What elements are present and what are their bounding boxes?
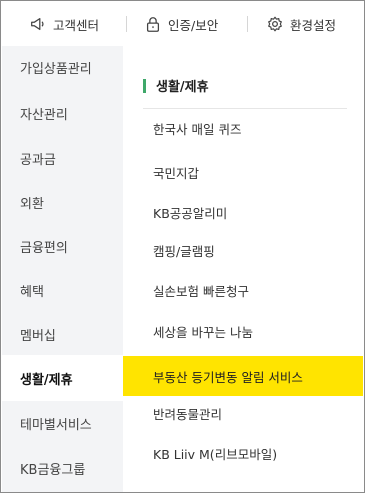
- auth-security-label: 인증/보안: [168, 17, 219, 33]
- divider: [126, 16, 127, 32]
- divider: [247, 16, 248, 32]
- submenu-panel: 생활/제휴 한국사 매일 퀴즈 국민지갑 KB공공알리미 캠핑/글램핑 실손보험…: [123, 46, 363, 492]
- customer-center-label: 고객센터: [53, 17, 100, 33]
- left-menu-item-membership[interactable]: 멤버십: [2, 311, 123, 357]
- submenu-item-pet-care[interactable]: 반려동물관리: [123, 393, 363, 433]
- lock-icon: [146, 17, 160, 32]
- megaphone-icon: [31, 17, 44, 31]
- left-menu-item-themed-services[interactable]: 테마별서비스: [2, 400, 123, 446]
- settings-label: 환경설정: [290, 17, 337, 33]
- left-menu-item-benefits[interactable]: 혜택: [2, 267, 123, 313]
- left-menu-item-forex[interactable]: 외환: [2, 179, 123, 225]
- customer-center-button[interactable]: 고객센터: [29, 2, 99, 46]
- menu-panel: 고객센터 인증/보안 환경설정 가입상품관리 자산관리 공과금 외환 금융편의 …: [0, 0, 365, 493]
- left-menu-item-utilities[interactable]: 공과금: [2, 135, 123, 181]
- left-menu-item-assets[interactable]: 자산관리: [2, 90, 123, 136]
- settings-button[interactable]: 환경설정: [266, 2, 336, 46]
- left-menu-item-kb-group[interactable]: KB금융그룹: [2, 445, 123, 491]
- submenu-item-public-alerts[interactable]: KB공공알리미: [123, 192, 363, 232]
- submenu-item-insurance-claim[interactable]: 실손보험 빠른청구: [123, 270, 363, 310]
- submenu-heading: 생활/제휴: [143, 76, 209, 95]
- left-menu-item-life-partnership[interactable]: 생활/제휴: [2, 355, 123, 401]
- submenu-heading-text: 생활/제휴: [156, 80, 209, 95]
- gear-icon: [268, 16, 282, 32]
- left-category-menu: 가입상품관리 자산관리 공과금 외환 금융편의 혜택 멤버십 생활/제휴 테마별…: [2, 46, 123, 492]
- submenu-item-liiv-mobile[interactable]: KB Liiv M(리브모바일): [123, 433, 363, 473]
- top-bar: 고객센터 인증/보안 환경설정: [2, 2, 363, 46]
- submenu-item-camping[interactable]: 캠핑/글램핑: [123, 230, 363, 270]
- submenu-item-donation[interactable]: 세상을 바꾸는 나눔: [123, 311, 363, 351]
- left-menu-item-finance-convenience[interactable]: 금융편의: [2, 223, 123, 269]
- submenu-item-national-wallet[interactable]: 국민지갑: [123, 152, 363, 192]
- submenu-item-real-estate-alert[interactable]: 부동산 등기변동 알림 서비스: [123, 356, 363, 396]
- auth-security-button[interactable]: 인증/보안: [144, 2, 218, 46]
- heading-accent-bar: [143, 78, 146, 93]
- left-menu-item-products[interactable]: 가입상품관리: [2, 44, 123, 90]
- submenu-item-history-quiz[interactable]: 한국사 매일 퀴즈: [123, 108, 363, 148]
